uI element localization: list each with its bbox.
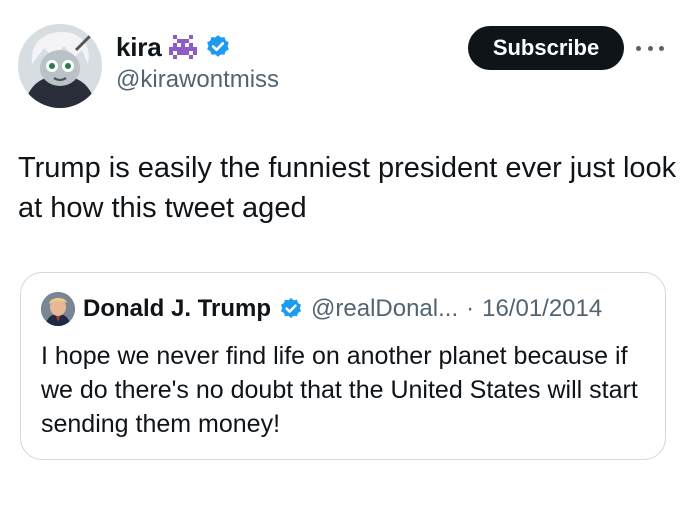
- quoted-author-avatar-image: [41, 292, 75, 326]
- tweet-text: Trump is easily the funniest president e…: [18, 152, 677, 224]
- quoted-tweet-date[interactable]: 16/01/2014: [482, 295, 602, 323]
- quoted-tweet-header: Donald J. Trump @realDonal... · 16/01/20…: [41, 291, 602, 327]
- author-handle[interactable]: @kirawontmiss: [116, 66, 279, 94]
- quoted-tweet-text: I hope we never find life on another pla…: [41, 342, 638, 438]
- quoted-author-name[interactable]: Donald J. Trump: [83, 295, 271, 323]
- quoted-verified-badge-icon: [281, 298, 302, 318]
- author-avatar-image: [18, 24, 102, 108]
- quoted-separator: ·: [466, 295, 475, 322]
- more-options-icon[interactable]: [636, 38, 664, 58]
- subscribe-button[interactable]: Subscribe: [468, 26, 624, 70]
- quoted-author-handle[interactable]: @realDonal...: [311, 295, 458, 323]
- quoted-author-avatar[interactable]: [41, 292, 75, 326]
- tweet: kira @kirawontmiss Subscribe Trump is ea…: [0, 0, 700, 510]
- author-avatar[interactable]: [18, 24, 102, 108]
- more-dot: [647, 45, 653, 51]
- more-dot: [659, 45, 664, 51]
- verified-badge-icon: [207, 35, 230, 57]
- alien-monster-emoji-icon: [169, 35, 198, 59]
- author-display-name[interactable]: kira: [116, 32, 162, 63]
- more-dot: [636, 45, 641, 51]
- author-name-row: kira: [116, 30, 231, 64]
- quoted-tweet[interactable]: Donald J. Trump @realDonal... · 16/01/20…: [20, 272, 666, 460]
